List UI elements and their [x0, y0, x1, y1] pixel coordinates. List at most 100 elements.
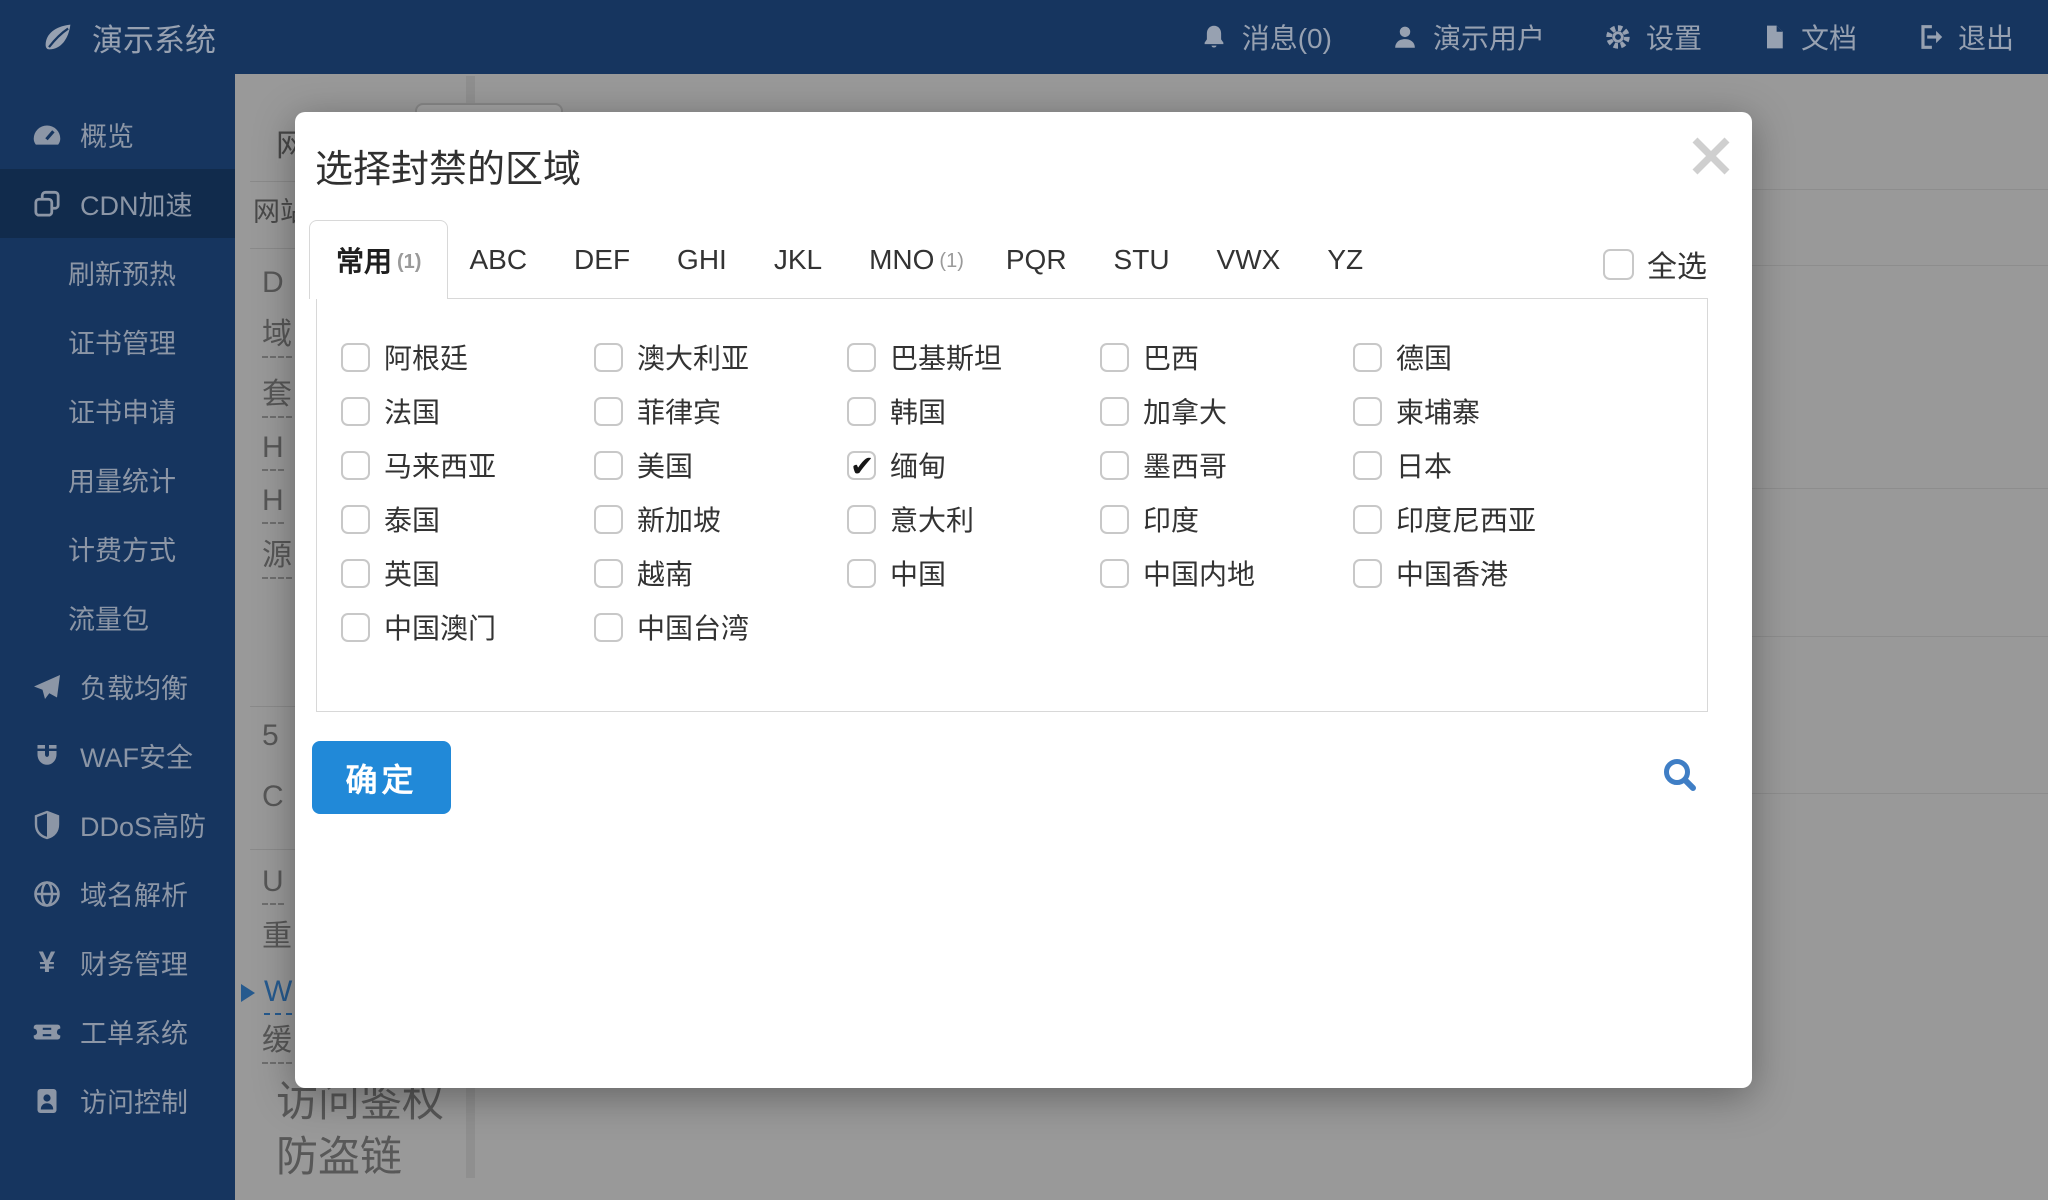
region-tab[interactable]: JKL	[753, 220, 848, 299]
region-checkbox-item[interactable]: 澳大利亚	[594, 337, 847, 377]
region-tab[interactable]: ABC	[448, 220, 553, 299]
background-menu-item[interactable]: 域	[262, 320, 292, 350]
background-menu-item[interactable]: 重	[262, 922, 292, 952]
region-checkbox-item[interactable]: 中国	[847, 553, 1100, 593]
region-checkbox-item[interactable]: 巴西	[1100, 337, 1353, 377]
region-tab[interactable]: MNO (1)	[848, 220, 985, 299]
checkbox[interactable]	[1353, 397, 1382, 426]
region-checkbox-item[interactable]: 中国台湾	[594, 607, 847, 647]
checkbox[interactable]	[1100, 451, 1129, 480]
background-menu-item[interactable]: 5	[262, 721, 279, 751]
checkbox[interactable]	[594, 343, 623, 372]
region-checkbox-item[interactable]: 德国	[1353, 337, 1606, 377]
checkbox[interactable]	[594, 451, 623, 480]
checkbox[interactable]	[1100, 559, 1129, 588]
settings-button[interactable]: 设置	[1603, 17, 1702, 57]
messages-button[interactable]: 消息(0)	[1199, 17, 1332, 57]
user-button[interactable]: 演示用户	[1390, 17, 1545, 57]
sidebar-item-load-balance[interactable]: 负载均衡	[0, 652, 235, 721]
sidebar-item-cert-apply[interactable]: 证书申请	[0, 376, 235, 445]
region-tab[interactable]: VWX	[1196, 220, 1307, 299]
checkbox[interactable]	[594, 505, 623, 534]
checkbox[interactable]	[1353, 451, 1382, 480]
region-checkbox-item[interactable]: 巴基斯坦	[847, 337, 1100, 377]
checkbox[interactable]	[847, 451, 876, 480]
region-tab[interactable]: STU	[1093, 220, 1196, 299]
sidebar-item-finance[interactable]: ¥ 财务管理	[0, 928, 235, 997]
checkbox[interactable]	[1353, 559, 1382, 588]
checkbox[interactable]	[594, 397, 623, 426]
checkbox[interactable]	[847, 397, 876, 426]
close-icon[interactable]	[1683, 128, 1739, 184]
region-checkbox-item[interactable]: 中国内地	[1100, 553, 1353, 593]
checkbox[interactable]	[1100, 397, 1129, 426]
checkbox[interactable]	[847, 505, 876, 534]
logout-button[interactable]: 退出	[1915, 17, 2014, 57]
checkbox[interactable]	[1100, 505, 1129, 534]
checkbox[interactable]	[341, 559, 370, 588]
background-menu-item-hotlink[interactable]: 防盗链	[276, 1136, 402, 1178]
checkbox[interactable]	[341, 343, 370, 372]
checkbox[interactable]	[1353, 343, 1382, 372]
checkbox[interactable]	[847, 559, 876, 588]
checkbox[interactable]	[341, 613, 370, 642]
region-checkbox-item[interactable]: 加拿大	[1100, 391, 1353, 431]
background-menu-item[interactable]: U	[262, 867, 284, 897]
background-menu-item-active[interactable]: W	[264, 977, 292, 1007]
region-checkbox-item[interactable]: 阿根廷	[341, 337, 594, 377]
sidebar-item-billing-method[interactable]: 计费方式	[0, 514, 235, 583]
sidebar-item-tickets[interactable]: 工单系统	[0, 997, 235, 1066]
region-checkbox-item[interactable]: 印度尼西亚	[1353, 499, 1606, 539]
region-checkbox-item[interactable]: 中国香港	[1353, 553, 1606, 593]
region-checkbox-item[interactable]: 马来西亚	[341, 445, 594, 485]
sidebar-item-overview[interactable]: 概览	[0, 100, 235, 169]
region-checkbox-item[interactable]: 越南	[594, 553, 847, 593]
region-checkbox-item[interactable]: 法国	[341, 391, 594, 431]
region-checkbox-item[interactable]: 泰国	[341, 499, 594, 539]
checkbox[interactable]	[341, 451, 370, 480]
background-menu-item[interactable]: 套	[262, 380, 292, 410]
search-icon[interactable]	[1657, 753, 1703, 799]
background-menu-item[interactable]: C	[262, 782, 284, 812]
sidebar-item-usage-stats[interactable]: 用量统计	[0, 445, 235, 514]
sidebar-item-refresh-prewarm[interactable]: 刷新预热	[0, 238, 235, 307]
region-checkbox-item[interactable]: 墨西哥	[1100, 445, 1353, 485]
region-checkbox-item[interactable]: 英国	[341, 553, 594, 593]
docs-button[interactable]: 文档	[1760, 17, 1857, 57]
brand[interactable]: 演示系统	[0, 15, 216, 60]
region-checkbox-item[interactable]: 新加坡	[594, 499, 847, 539]
background-menu-item[interactable]: H	[262, 486, 284, 516]
checkbox[interactable]	[847, 343, 876, 372]
background-menu-item[interactable]: D	[262, 268, 284, 298]
region-tab[interactable]: DEF	[553, 220, 656, 299]
region-checkbox-item[interactable]: 韩国	[847, 391, 1100, 431]
region-checkbox-item[interactable]: 中国澳门	[341, 607, 594, 647]
select-all-checkbox[interactable]: 全选	[1603, 242, 1707, 286]
background-menu-item[interactable]: 源	[262, 541, 292, 571]
sidebar-item-ddos[interactable]: DDoS高防	[0, 790, 235, 859]
region-tab[interactable]: 常用 (1)	[309, 220, 448, 299]
region-checkbox-item[interactable]: 印度	[1100, 499, 1353, 539]
region-tab[interactable]: PQR	[985, 220, 1093, 299]
confirm-button[interactable]: 确定	[312, 741, 451, 814]
checkbox[interactable]	[341, 505, 370, 534]
background-menu-item[interactable]: H	[262, 433, 284, 463]
checkbox[interactable]	[594, 613, 623, 642]
region-tab[interactable]: YZ	[1306, 220, 1389, 299]
sidebar-item-cdn[interactable]: CDN加速	[0, 169, 235, 238]
region-checkbox-item[interactable]: 美国	[594, 445, 847, 485]
region-checkbox-item[interactable]: 日本	[1353, 445, 1606, 485]
region-checkbox-item[interactable]: 缅甸	[847, 445, 1100, 485]
region-checkbox-item[interactable]: 菲律宾	[594, 391, 847, 431]
sidebar-item-cert-manage[interactable]: 证书管理	[0, 307, 235, 376]
sidebar-item-dns[interactable]: 域名解析	[0, 859, 235, 928]
sidebar-item-waf[interactable]: WAF安全	[0, 721, 235, 790]
checkbox[interactable]	[1603, 249, 1634, 280]
region-checkbox-item[interactable]: 柬埔寨	[1353, 391, 1606, 431]
region-checkbox-item[interactable]: 意大利	[847, 499, 1100, 539]
sidebar-item-traffic-pack[interactable]: 流量包	[0, 583, 235, 652]
background-menu-item[interactable]: 缓	[262, 1026, 292, 1056]
region-tab[interactable]: GHI	[656, 220, 753, 299]
checkbox[interactable]	[341, 397, 370, 426]
checkbox[interactable]	[594, 559, 623, 588]
